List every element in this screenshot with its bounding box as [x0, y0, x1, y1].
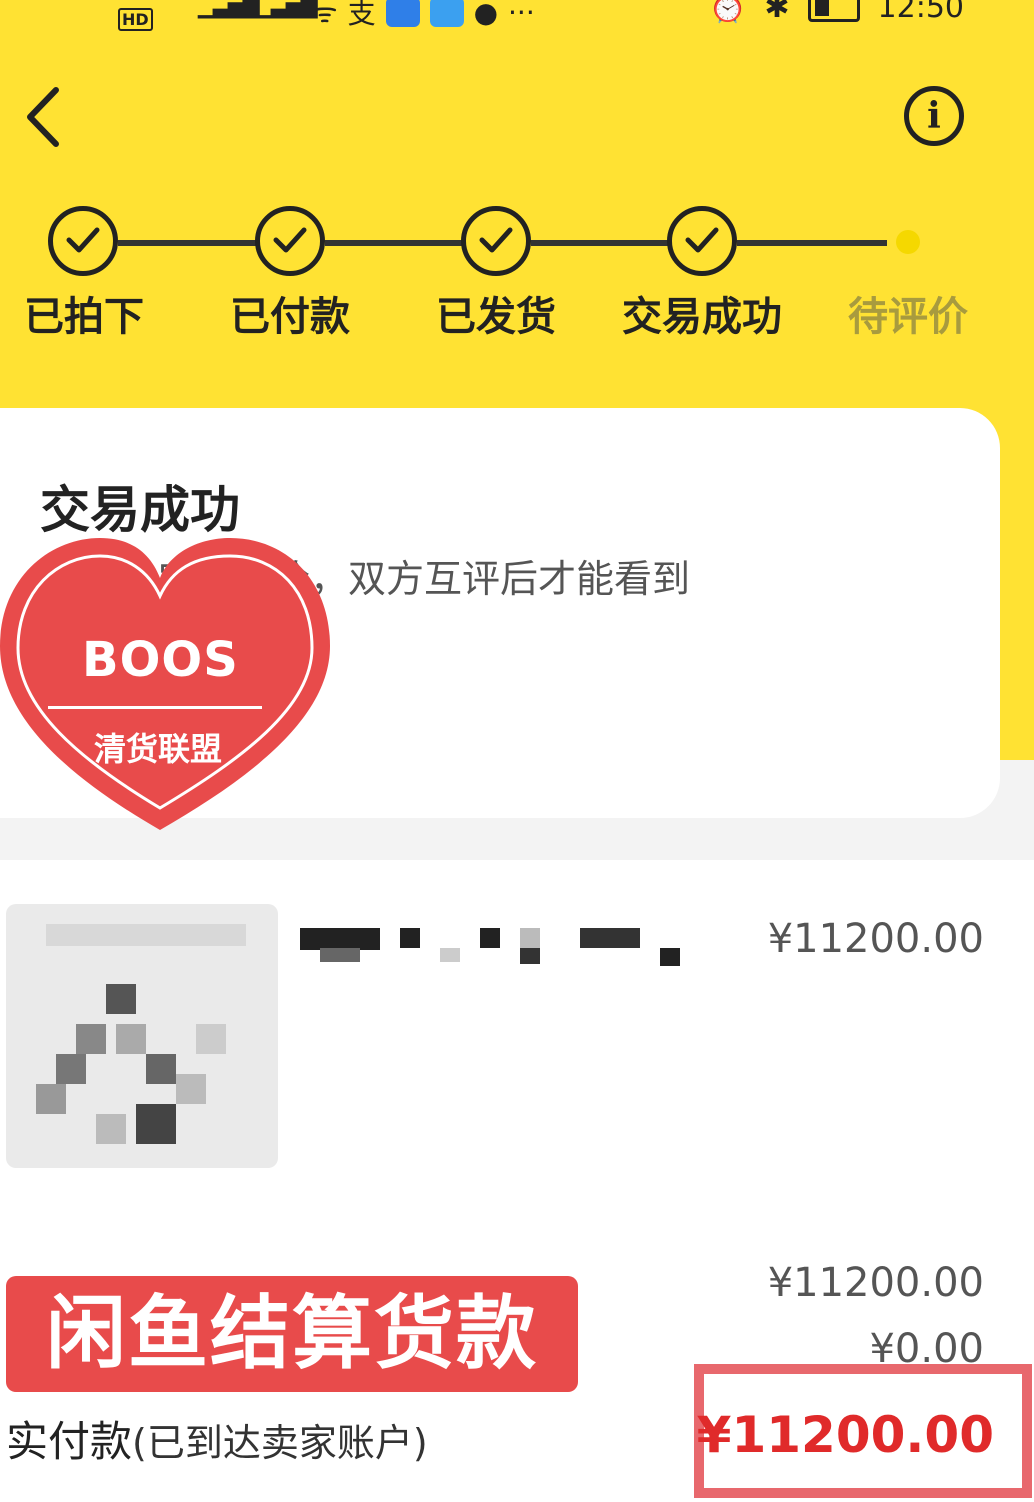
wifi-icon: ᯤ: [312, 0, 338, 29]
paid-label: 实付款(已到达卖家账户): [6, 1408, 428, 1469]
clock-time: 12:50: [877, 0, 964, 25]
paid-note: (已到达卖家账户): [132, 1421, 428, 1465]
app-icon-blue: [385, 0, 420, 27]
watermark-heart: BOOS 清货联盟: [0, 538, 330, 838]
payment-summary: ¥11200.00 ¥0.00 闲鱼结算货款 实付款(已到达卖家账户) ¥112…: [0, 1220, 1034, 1502]
signal-icon-2: ▁▃▅▇: [256, 0, 318, 19]
progress-line: [325, 240, 465, 246]
bluetooth-icon: ✱: [764, 0, 790, 25]
weather-icon: [429, 0, 464, 27]
status-bar: HD ▁▃▅▇ ▁▃▅▇ ᯤ 支 ● ··· ⏰ ✱ 12:50: [0, 0, 1034, 40]
progress-line: [531, 240, 671, 246]
watermark-title: BOOS: [82, 632, 239, 688]
chevron-left-icon: [27, 87, 59, 147]
status-right: ⏰ ✱ 12:50: [709, 0, 964, 25]
battery-icon: [807, 0, 860, 22]
alipay-icon: 支: [347, 0, 376, 30]
alarm-icon: ⏰: [709, 0, 747, 25]
hd-badge: HD: [118, 8, 153, 31]
step-label: 已拍下: [24, 294, 144, 340]
product-title-blurred: [300, 922, 700, 966]
back-button[interactable]: [22, 82, 78, 152]
status-title: 交易成功: [40, 481, 240, 539]
product-price: ¥11200.00: [767, 916, 984, 962]
step-label: 已发货: [436, 294, 556, 340]
step-label: 交易成功: [622, 294, 782, 340]
more-icon: ···: [508, 0, 535, 29]
info-icon: i: [927, 95, 941, 137]
paid-label-text: 实付款: [6, 1417, 133, 1466]
step-check-icon: [461, 206, 531, 276]
signal-icon: ▁▃▅▇: [198, 0, 260, 19]
product-row[interactable]: ¥11200.00: [0, 860, 1034, 1220]
progress-line: [737, 240, 887, 246]
step-pending-dot: [896, 230, 920, 254]
product-thumbnail-blurred: [6, 904, 278, 1168]
progress-line: [118, 240, 258, 246]
overlay-banner: 闲鱼结算货款: [6, 1276, 578, 1392]
watermark-divider: [48, 706, 262, 709]
paid-amount: ¥11200.00: [696, 1406, 994, 1464]
step-check-icon: [48, 206, 118, 276]
subtotal-value: ¥11200.00: [767, 1260, 984, 1306]
chat-icon: ●: [473, 0, 499, 29]
order-progress: 已拍下 已付款 已发货 交易成功 待评价: [0, 200, 1034, 340]
step-label: 待评价: [848, 294, 968, 340]
info-button[interactable]: i: [904, 86, 964, 146]
step-label: 已付款: [230, 294, 350, 340]
step-check-icon: [667, 206, 737, 276]
step-check-icon: [255, 206, 325, 276]
notification-icons: ᯤ 支 ● ···: [312, 0, 535, 32]
watermark-subtitle: 清货联盟: [93, 730, 222, 768]
